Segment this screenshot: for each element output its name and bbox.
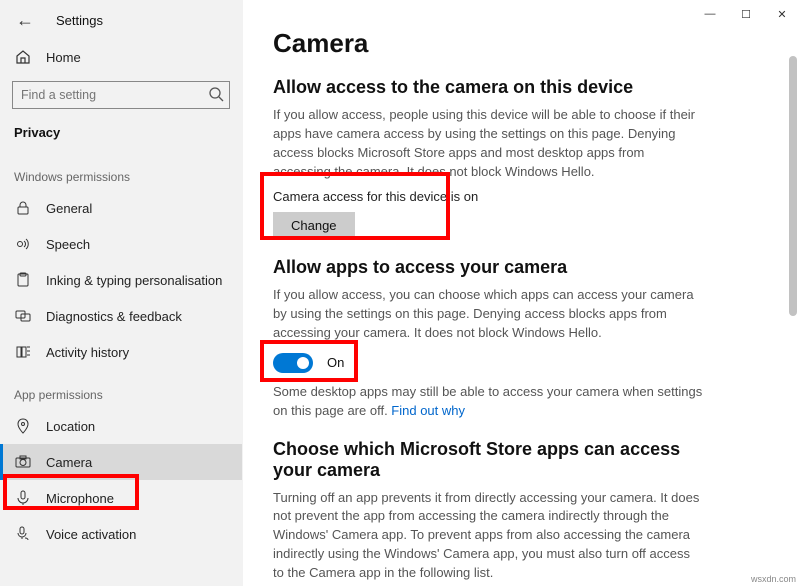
section-desc: If you allow access, you can choose whic… bbox=[273, 286, 703, 343]
content-area: Camera Allow access to the camera on thi… bbox=[243, 0, 800, 586]
section-desc: If you allow access, people using this d… bbox=[273, 106, 703, 181]
nav-activity[interactable]: Activity history bbox=[0, 334, 242, 370]
nav-microphone[interactable]: Microphone bbox=[0, 480, 242, 516]
watermark: wsxdn.com bbox=[751, 574, 796, 584]
section-heading-app-access: Allow apps to access your camera bbox=[273, 257, 770, 278]
sidebar: ← Settings Home Privacy Windows permissi… bbox=[0, 0, 243, 586]
location-icon bbox=[14, 417, 32, 435]
search-input[interactable] bbox=[12, 81, 230, 109]
nav-general[interactable]: General bbox=[0, 190, 242, 226]
toggle-label: On bbox=[327, 355, 344, 370]
privacy-heading: Privacy bbox=[0, 117, 242, 148]
camera-icon bbox=[14, 453, 32, 471]
nav-speech[interactable]: Speech bbox=[0, 226, 242, 262]
back-button[interactable]: ← bbox=[12, 8, 38, 33]
nav-voice-activation[interactable]: Voice activation bbox=[0, 516, 242, 552]
clipboard-icon bbox=[14, 271, 32, 289]
nav-label: Speech bbox=[46, 237, 90, 252]
nav-label: Voice activation bbox=[46, 527, 136, 542]
home-nav[interactable]: Home bbox=[0, 39, 242, 75]
change-button[interactable]: Change bbox=[273, 212, 355, 239]
nav-label: Activity history bbox=[46, 345, 129, 360]
home-icon bbox=[14, 48, 32, 66]
section-note: Some desktop apps may still be able to a… bbox=[273, 383, 703, 421]
page-title: Camera bbox=[273, 28, 770, 59]
nav-label: Diagnostics & feedback bbox=[46, 309, 182, 324]
nav-label: Inking & typing personalisation bbox=[46, 273, 222, 288]
section-windows-permissions: Windows permissions bbox=[0, 152, 242, 190]
section-heading-device-access: Allow access to the camera on this devic… bbox=[273, 77, 770, 98]
microphone-icon bbox=[14, 489, 32, 507]
app-access-toggle[interactable] bbox=[273, 353, 313, 373]
search-icon bbox=[208, 86, 224, 102]
nav-diagnostics[interactable]: Diagnostics & feedback bbox=[0, 298, 242, 334]
speech-icon bbox=[14, 235, 32, 253]
nav-label: Location bbox=[46, 419, 95, 434]
nav-label: General bbox=[46, 201, 92, 216]
find-out-why-link[interactable]: Find out why bbox=[391, 403, 465, 418]
lock-icon bbox=[14, 199, 32, 217]
app-title: Settings bbox=[56, 13, 103, 28]
nav-camera[interactable]: Camera bbox=[0, 444, 242, 480]
nav-label: Camera bbox=[46, 455, 92, 470]
nav-inking[interactable]: Inking & typing personalisation bbox=[0, 262, 242, 298]
feedback-icon bbox=[14, 307, 32, 325]
activity-icon bbox=[14, 343, 32, 361]
voice-icon bbox=[14, 525, 32, 543]
section-app-permissions: App permissions bbox=[0, 370, 242, 408]
section-heading-store-apps: Choose which Microsoft Store apps can ac… bbox=[273, 439, 703, 481]
nav-label: Microphone bbox=[46, 491, 114, 506]
nav-label: Home bbox=[46, 50, 81, 65]
section-desc: Turning off an app prevents it from dire… bbox=[273, 489, 703, 583]
scrollbar[interactable] bbox=[789, 56, 797, 316]
nav-location[interactable]: Location bbox=[0, 408, 242, 444]
device-access-status: Camera access for this device is on bbox=[273, 189, 770, 204]
